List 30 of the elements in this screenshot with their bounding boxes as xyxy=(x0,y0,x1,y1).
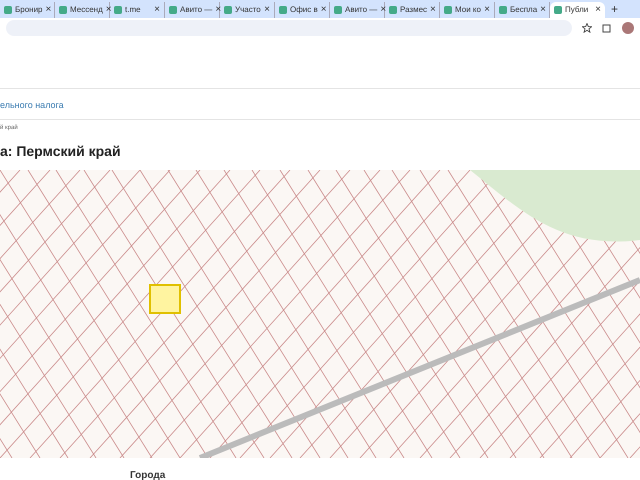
close-icon[interactable]: × xyxy=(320,5,327,15)
close-icon[interactable]: × xyxy=(154,5,160,15)
close-icon[interactable]: × xyxy=(540,5,546,15)
extension-icon[interactable] xyxy=(602,23,612,33)
favicon-icon xyxy=(389,6,397,14)
star-icon[interactable] xyxy=(582,23,592,33)
close-icon[interactable]: × xyxy=(106,5,112,15)
favicon-icon xyxy=(334,6,342,14)
favicon-icon xyxy=(499,6,507,14)
close-icon[interactable]: × xyxy=(264,5,270,15)
favicon-icon xyxy=(279,6,287,14)
browser-tab[interactable]: Публи × xyxy=(550,2,605,18)
close-icon[interactable]: × xyxy=(595,5,601,15)
favicon-icon xyxy=(59,6,67,14)
favicon-icon xyxy=(444,6,452,14)
section-heading: Города xyxy=(129,468,166,480)
new-tab-button[interactable]: + xyxy=(605,0,624,18)
close-icon[interactable]: × xyxy=(430,5,436,15)
close-icon[interactable]: × xyxy=(215,5,222,15)
favicon-icon xyxy=(4,6,12,14)
favicon-icon xyxy=(554,6,562,14)
favicon-icon xyxy=(114,6,122,14)
page-link[interactable]: ельного налога xyxy=(0,89,640,118)
favicon-icon xyxy=(169,6,177,14)
close-icon[interactable]: × xyxy=(380,5,386,15)
close-icon[interactable]: × xyxy=(45,5,52,15)
page-heading: а: Пермский край xyxy=(0,142,122,161)
close-icon[interactable]: × xyxy=(484,5,490,15)
avatar-icon[interactable] xyxy=(622,22,634,34)
favicon-icon xyxy=(224,6,232,14)
